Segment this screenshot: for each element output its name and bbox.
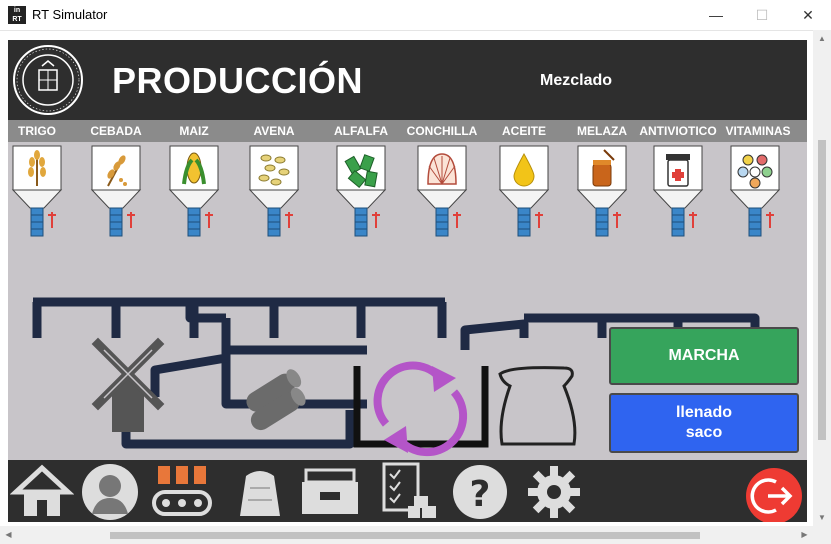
scrollbar-corner <box>813 526 831 544</box>
label-antiviotico: ANTIVIOTICO <box>639 124 717 138</box>
label-conchilla: CONCHILLA <box>406 124 478 138</box>
label-cebada: CEBADA <box>90 124 142 138</box>
horizontal-scroll-thumb[interactable] <box>110 532 700 539</box>
scroll-right-icon[interactable]: ▶ <box>796 526 813 544</box>
production-screen: PRODUCCIÓN Mezclado TRIGO CEBADA MAIZ AV… <box>8 40 807 522</box>
horizontal-scrollbar[interactable]: ◀ ▶ <box>0 526 813 544</box>
label-avena: AVENA <box>253 124 295 138</box>
app-icon: in RT <box>8 6 26 24</box>
label-aceite: ACEITE <box>501 124 546 138</box>
page-title: PRODUCCIÓN <box>112 60 364 101</box>
close-button[interactable]: ✕ <box>785 0 831 30</box>
feed-bag-icon[interactable] <box>498 366 577 446</box>
mixer-refresh-icon[interactable] <box>373 361 468 457</box>
inventory-tray-icon[interactable] <box>298 462 362 520</box>
hopper-melaza[interactable] <box>577 145 627 237</box>
user-icon[interactable] <box>78 462 142 520</box>
sack-icon[interactable] <box>228 462 292 520</box>
help-icon[interactable]: ? <box>448 462 512 520</box>
windmill-icon[interactable] <box>91 337 165 432</box>
window-title: RT Simulator <box>32 7 108 22</box>
llenado-saco-button[interactable]: llenado saco <box>609 393 799 453</box>
scroll-down-icon[interactable]: ▼ <box>813 509 831 526</box>
medicine-jar-icon <box>666 154 690 187</box>
hopper-cebada[interactable] <box>91 145 141 237</box>
exit-icon[interactable] <box>746 468 802 522</box>
roller-mill-icon[interactable] <box>238 367 314 434</box>
hopper-vitaminas[interactable] <box>730 145 780 237</box>
maximize-button[interactable]: ☐ <box>739 0 785 30</box>
vertical-scroll-thumb[interactable] <box>818 140 826 440</box>
hopper-alfalfa[interactable] <box>336 145 386 237</box>
label-vitaminas: VITAMINAS <box>725 124 791 138</box>
label-melaza: MELAZA <box>577 124 627 138</box>
llenado-saco-label: llenado saco <box>675 404 732 441</box>
settings-gear-icon[interactable] <box>522 462 586 520</box>
vertical-scrollbar[interactable]: ▲ ▼ <box>813 30 831 526</box>
checklist-boxes-icon[interactable] <box>378 462 442 520</box>
production-line-icon[interactable] <box>150 462 214 520</box>
label-maiz: MAIZ <box>179 124 209 138</box>
minimize-button[interactable]: — <box>693 0 739 30</box>
process-status: Mezclado <box>540 72 613 89</box>
marcha-button[interactable]: MARCHA <box>609 327 799 385</box>
university-seal-icon <box>13 45 83 115</box>
footer-nav: ? <box>8 460 807 522</box>
scroll-up-icon[interactable]: ▲ <box>813 30 831 47</box>
hopper-avena[interactable] <box>249 145 299 237</box>
scroll-left-icon[interactable]: ◀ <box>0 526 17 544</box>
svg-text:?: ? <box>470 474 491 515</box>
home-icon[interactable] <box>10 462 74 520</box>
window-titlebar: in RT RT Simulator — ☐ ✕ <box>0 0 831 31</box>
label-trigo: TRIGO <box>18 124 56 138</box>
ingredient-label-bar: TRIGO CEBADA MAIZ AVENA ALFALFA CONCHILL… <box>8 120 807 142</box>
header-bar: PRODUCCIÓN Mezclado <box>8 40 807 120</box>
label-alfalfa: ALFALFA <box>334 124 388 138</box>
